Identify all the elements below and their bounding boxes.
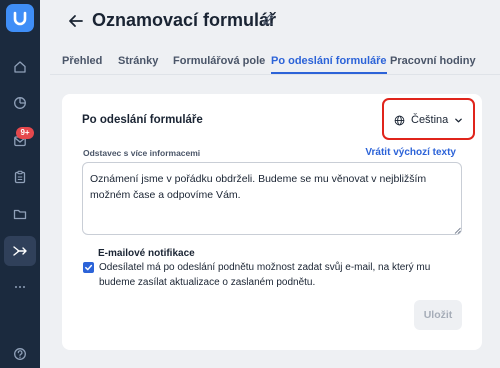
message-field-label: Odstavec s více informacemi (83, 148, 201, 158)
nav-clock[interactable] (0, 88, 40, 118)
nav-clipboard[interactable] (0, 162, 40, 192)
tab-form-fields[interactable]: Formulářová pole (173, 52, 265, 70)
email-notifications-title: E-mailové notifikace (98, 248, 195, 259)
tab-pages[interactable]: Stránky (118, 52, 158, 70)
more-icon (15, 286, 25, 288)
email-notifications-checkbox[interactable] (83, 262, 94, 273)
redirect-icon (13, 246, 27, 256)
folder-icon (13, 209, 27, 220)
help-icon (14, 348, 26, 360)
logo-icon (13, 11, 27, 26)
app-logo[interactable] (6, 4, 34, 32)
tab-after-submission[interactable]: Po odeslání formuláře (271, 52, 387, 74)
nav-folder[interactable] (0, 199, 40, 229)
settings-card: Po odeslání formuláře Čeština Odstavec s… (62, 94, 482, 350)
resize-handle-icon[interactable] (454, 227, 461, 234)
chevron-down-icon (455, 118, 463, 122)
globe-icon (394, 115, 405, 125)
clock-icon (14, 97, 26, 109)
save-button[interactable]: Uložit (414, 300, 462, 330)
message-textarea[interactable]: Oznámení jsme v pořádku obdrželi. Budeme… (82, 162, 462, 235)
sidebar: 9+ (0, 0, 40, 368)
reset-defaults-link[interactable]: Vrátit výchozí texty (365, 147, 456, 158)
back-button[interactable] (67, 12, 85, 30)
nav-more[interactable] (0, 272, 40, 302)
edit-pencil-icon[interactable] (262, 13, 274, 25)
email-notifications-description: Odesílatel má po odeslání podnětu možnos… (99, 262, 431, 288)
page-title: Oznamovací formulář (92, 10, 277, 30)
nav-home[interactable] (0, 52, 40, 82)
notification-badge: 9+ (16, 127, 34, 139)
card-title: Po odeslání formuláře (82, 114, 203, 126)
nav-help[interactable] (0, 339, 40, 368)
nav-redirect[interactable] (0, 236, 40, 266)
tab-working-hours[interactable]: Pracovní hodiny (390, 52, 476, 70)
tab-overview[interactable]: Přehled (62, 52, 102, 70)
clipboard-icon (14, 170, 26, 184)
language-value: Čeština (411, 114, 449, 126)
tabs-divider (50, 74, 500, 75)
language-select[interactable]: Čeština (394, 110, 463, 130)
arrow-left-icon (69, 15, 83, 27)
home-icon (14, 61, 26, 73)
checkmark-icon (85, 264, 93, 271)
